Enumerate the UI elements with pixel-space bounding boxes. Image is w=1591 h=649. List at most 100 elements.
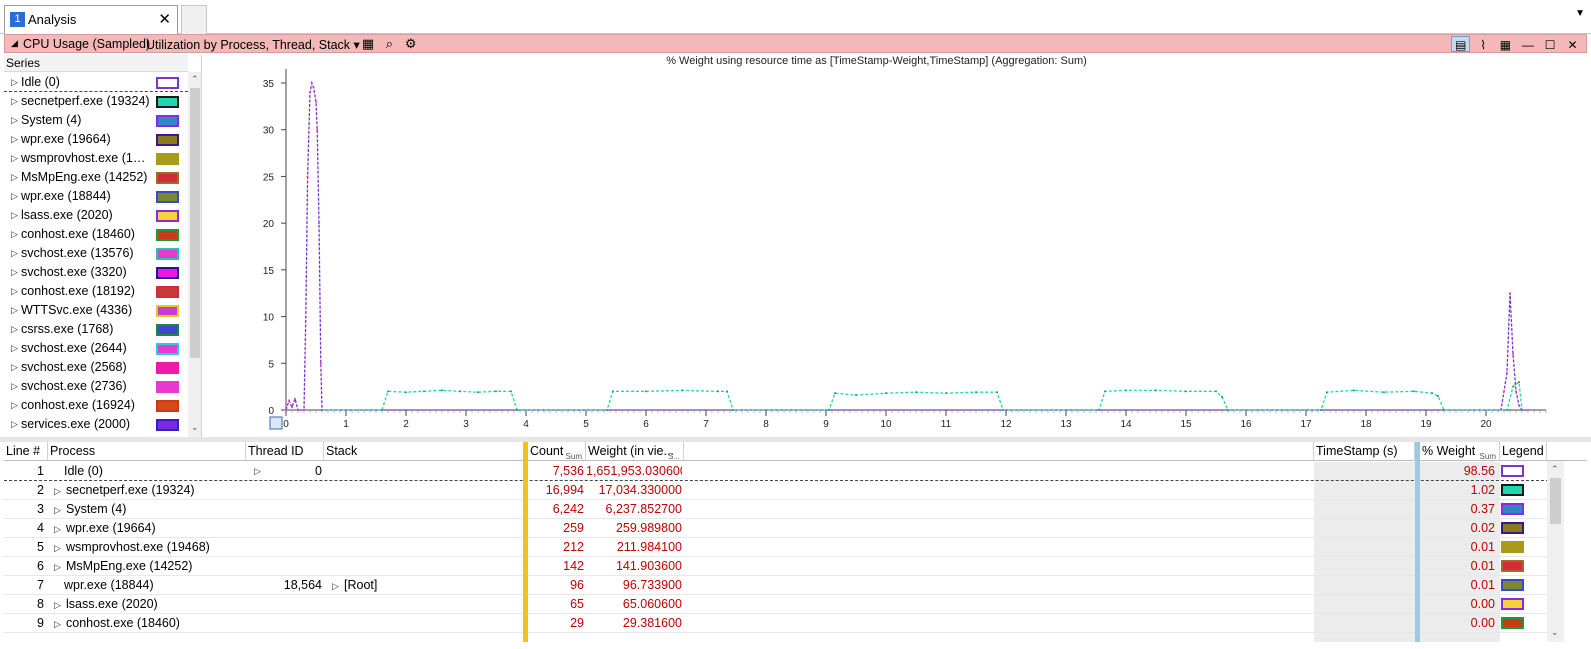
series-item[interactable]: ▷ Idle (0) xyxy=(4,73,188,92)
scroll-up-icon[interactable]: ⌃ xyxy=(191,74,199,85)
series-color-swatch[interactable] xyxy=(156,210,179,222)
series-color-swatch[interactable] xyxy=(156,229,179,241)
expand-icon[interactable]: ▷ xyxy=(11,263,18,282)
series-color-swatch[interactable] xyxy=(156,419,179,431)
series-item[interactable]: ▷ conhost.exe (18192) xyxy=(4,282,188,301)
series-color-swatch[interactable] xyxy=(156,267,179,279)
expand-icon[interactable]: ▷ xyxy=(54,501,66,519)
legend-swatch[interactable] xyxy=(1501,522,1524,534)
gear-icon[interactable]: ⚙ xyxy=(402,36,420,52)
table-row[interactable]: 8 ▷ lsass.exe (2020) 65 65.060600 0.00 xyxy=(4,595,1564,614)
series-color-swatch[interactable] xyxy=(156,134,179,146)
col-stack[interactable]: Stack xyxy=(324,442,523,461)
tab-analysis[interactable]: 1 Analysis ✕ xyxy=(4,5,178,34)
series-item[interactable]: ▷ secnetperf.exe (19324) xyxy=(4,92,188,111)
expand-icon[interactable]: ▷ xyxy=(11,92,18,111)
table-row[interactable]: 3 ▷ System (4) 6,242 6,237.852700 0.37 xyxy=(4,500,1564,519)
col-count[interactable]: Count Sum xyxy=(528,442,586,461)
expand-icon[interactable]: ▷ xyxy=(11,301,18,320)
series-item[interactable]: ▷ svchost.exe (13576) xyxy=(4,244,188,263)
legend-swatch[interactable] xyxy=(1501,541,1524,553)
series-color-swatch[interactable] xyxy=(156,324,179,336)
series-item[interactable]: ▷ svchost.exe (2644) xyxy=(4,339,188,358)
expand-icon[interactable]: ▷ xyxy=(54,520,66,538)
series-color-swatch[interactable] xyxy=(156,400,179,412)
series-color-swatch[interactable] xyxy=(156,381,179,393)
expand-icon[interactable]: ▷ xyxy=(332,577,344,595)
pivot-divider[interactable] xyxy=(523,442,528,642)
col-percent-weight[interactable]: % Weight Sum xyxy=(1420,442,1500,461)
series-color-swatch[interactable] xyxy=(156,191,179,203)
series-color-swatch[interactable] xyxy=(156,305,179,317)
series-color-swatch[interactable] xyxy=(156,77,179,89)
series-color-swatch[interactable] xyxy=(156,286,179,298)
series-item[interactable]: ▷ svchost.exe (3320) xyxy=(4,263,188,282)
table-row[interactable]: 5 ▷ wsmprovhost.exe (19468) 212 211.984100 0.… xyxy=(4,538,1564,557)
table-row[interactable]: 2 ▷ secnetperf.exe (19324) 16,994 17,034.330… xyxy=(4,481,1564,500)
series-item[interactable]: ▷ wpr.exe (18844) xyxy=(4,187,188,206)
series-item[interactable]: ▷ svchost.exe (2568) xyxy=(4,358,188,377)
series-color-swatch[interactable] xyxy=(156,343,179,355)
expand-icon[interactable]: ▷ xyxy=(11,282,18,301)
preset-dropdown[interactable]: Utilization by Process, Thread, Stack ▾ xyxy=(146,37,360,52)
expand-icon[interactable]: ▷ xyxy=(54,615,66,633)
series-color-swatch[interactable] xyxy=(156,362,179,374)
table-scroll-thumb[interactable] xyxy=(1550,478,1561,524)
expand-icon[interactable]: ▷ xyxy=(54,482,66,500)
col-legend[interactable]: Legend xyxy=(1500,442,1547,461)
legend-swatch[interactable] xyxy=(1501,503,1524,515)
table-row[interactable]: 7 wpr.exe (18844) 18,564 ▷ [Root] 96 96.733900… xyxy=(4,576,1564,595)
expand-icon[interactable]: ▷ xyxy=(11,73,18,92)
expand-icon[interactable]: ▷ xyxy=(11,244,18,263)
scroll-down-icon[interactable]: ⌄ xyxy=(191,422,199,433)
series-scroll-thumb[interactable] xyxy=(190,88,200,358)
scroll-down-icon[interactable]: ⌄ xyxy=(1551,627,1559,638)
collapse-icon[interactable]: ◢ xyxy=(11,38,18,49)
series-item[interactable]: ▷ WTTSvc.exe (4336) xyxy=(4,301,188,320)
series-color-swatch[interactable] xyxy=(156,153,179,165)
expand-icon[interactable]: ▷ xyxy=(11,187,18,206)
expand-icon[interactable]: ▷ xyxy=(11,358,18,377)
series-item[interactable]: ▷ wsmprovhost.exe (194... xyxy=(4,149,188,168)
expand-icon[interactable]: ▷ xyxy=(54,596,66,614)
col-thread-id[interactable]: Thread ID xyxy=(246,442,324,461)
table-row[interactable]: 9 ▷ conhost.exe (18460) 29 29.381600 0.00 xyxy=(4,614,1564,633)
chart-settings-icon[interactable]: ▦ xyxy=(359,36,377,52)
series-item[interactable]: ▷ wpr.exe (19664) xyxy=(4,130,188,149)
search-icon[interactable]: ⌕ xyxy=(380,36,398,52)
series-item[interactable]: ▷ lsass.exe (2020) xyxy=(4,206,188,225)
expand-icon[interactable]: ▷ xyxy=(11,396,18,415)
table-row[interactable]: 4 ▷ wpr.exe (19664) 259 259.989800 0.02 xyxy=(4,519,1564,538)
series-scrollbar[interactable]: ⌃ ⌄ xyxy=(188,72,201,437)
series-item[interactable]: ▷ csrss.exe (1768) xyxy=(4,320,188,339)
legend-swatch[interactable] xyxy=(1501,465,1524,477)
legend-swatch[interactable] xyxy=(1501,484,1524,496)
expand-icon[interactable]: ▷ xyxy=(11,339,18,358)
series-color-swatch[interactable] xyxy=(156,96,179,108)
expand-icon[interactable]: ▷ xyxy=(11,225,18,244)
col-process[interactable]: Process xyxy=(48,442,246,461)
table-only-icon[interactable]: ▦ xyxy=(1496,37,1515,53)
series-item[interactable]: ▷ svchost.exe (2736) xyxy=(4,377,188,396)
series-color-swatch[interactable] xyxy=(156,172,179,184)
expand-icon[interactable]: ▷ xyxy=(11,130,18,149)
legend-swatch[interactable] xyxy=(1501,579,1524,591)
close-icon[interactable]: ✕ xyxy=(1563,37,1582,53)
legend-swatch[interactable] xyxy=(1501,598,1524,610)
table-scrollbar[interactable]: ⌃ ⌄ xyxy=(1547,461,1564,642)
series-item[interactable]: ▷ System (4) xyxy=(4,111,188,130)
series-color-swatch[interactable] xyxy=(156,115,179,127)
minimize-icon[interactable]: — xyxy=(1518,37,1537,53)
col-weight[interactable]: Weight (in vie... S... xyxy=(586,442,684,461)
scroll-up-icon[interactable]: ⌃ xyxy=(1551,464,1559,475)
cpu-usage-chart[interactable]: % Weight using resource time as [TimeSta… xyxy=(204,55,1587,435)
series-item[interactable]: ▷ services.exe (2000) xyxy=(4,415,188,434)
legend-swatch[interactable] xyxy=(1501,617,1524,629)
tab-overflow-icon[interactable]: ▼ xyxy=(1575,8,1585,19)
expand-icon[interactable]: ▷ xyxy=(11,168,18,187)
graph-column-divider[interactable] xyxy=(1415,442,1420,642)
series-color-swatch[interactable] xyxy=(156,248,179,260)
col-timestamp[interactable]: TimeStamp (s) xyxy=(1314,442,1415,461)
new-tab-button[interactable] xyxy=(181,5,207,34)
expand-icon[interactable]: ▷ xyxy=(11,149,18,168)
